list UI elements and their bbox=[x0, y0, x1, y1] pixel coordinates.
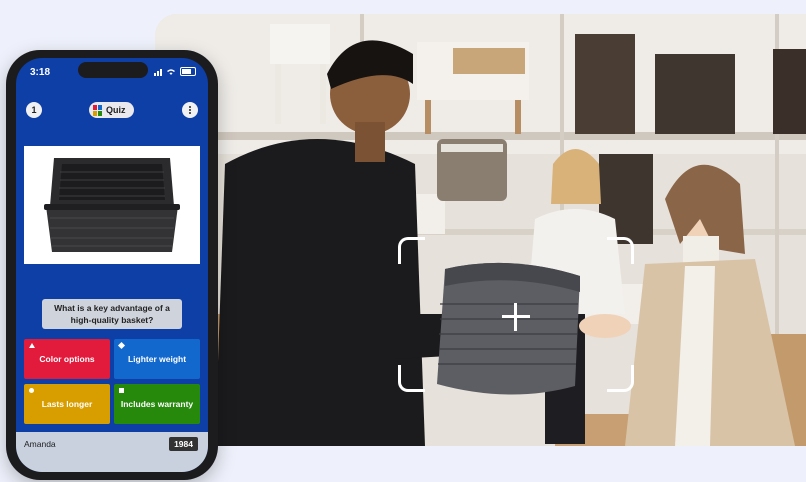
question-text: What is a key advantage of a high-qualit… bbox=[42, 299, 182, 329]
question-number-badge: 1 bbox=[26, 102, 42, 118]
quiz-label: Quiz bbox=[106, 105, 126, 115]
status-time: 3:18 bbox=[30, 67, 51, 78]
battery-icon bbox=[180, 67, 196, 76]
scan-corner-bottom-right bbox=[607, 365, 634, 392]
scan-corner-top-right bbox=[607, 237, 634, 264]
phone-mockup: 3:18 1 Quiz What is a key advantage of a… bbox=[6, 50, 218, 480]
answer-option-2[interactable]: Lighter weight bbox=[114, 339, 200, 379]
square-icon bbox=[119, 388, 124, 393]
answer-label-1: Color options bbox=[39, 354, 95, 364]
question-image bbox=[24, 146, 200, 264]
player-score: 1984 bbox=[169, 437, 198, 451]
status-icons bbox=[154, 67, 196, 76]
triangle-icon bbox=[29, 343, 35, 348]
wifi-icon bbox=[167, 68, 175, 75]
store-scene-photo bbox=[155, 14, 806, 446]
scan-corner-bottom-left bbox=[398, 365, 425, 392]
more-options-icon[interactable] bbox=[182, 102, 198, 118]
diamond-icon bbox=[117, 341, 126, 350]
scan-corner-top-left bbox=[398, 237, 425, 264]
answer-label-4: Includes warranty bbox=[120, 399, 194, 409]
circle-icon bbox=[29, 388, 34, 393]
player-bar: Amanda 1984 bbox=[16, 432, 208, 472]
cellular-signal-icon bbox=[154, 68, 162, 76]
dynamic-island bbox=[78, 62, 148, 78]
answer-label-2: Lighter weight bbox=[127, 354, 187, 364]
quiz-pill[interactable]: Quiz bbox=[89, 102, 134, 118]
black-basket-icon bbox=[44, 158, 180, 252]
player-name: Amanda bbox=[24, 439, 56, 449]
answer-option-1[interactable]: Color options bbox=[24, 339, 110, 379]
phone-screen: 3:18 1 Quiz What is a key advantage of a… bbox=[16, 58, 208, 472]
scan-frame-overlay bbox=[398, 237, 634, 392]
quiz-header: 1 Quiz bbox=[16, 96, 208, 124]
answer-label-3: Lasts longer bbox=[41, 399, 93, 409]
answer-option-4[interactable]: Includes warranty bbox=[114, 384, 200, 424]
answer-option-3[interactable]: Lasts longer bbox=[24, 384, 110, 424]
crosshair-icon bbox=[502, 303, 530, 331]
quiz-icon bbox=[93, 104, 102, 116]
status-bar: 3:18 bbox=[16, 58, 208, 84]
